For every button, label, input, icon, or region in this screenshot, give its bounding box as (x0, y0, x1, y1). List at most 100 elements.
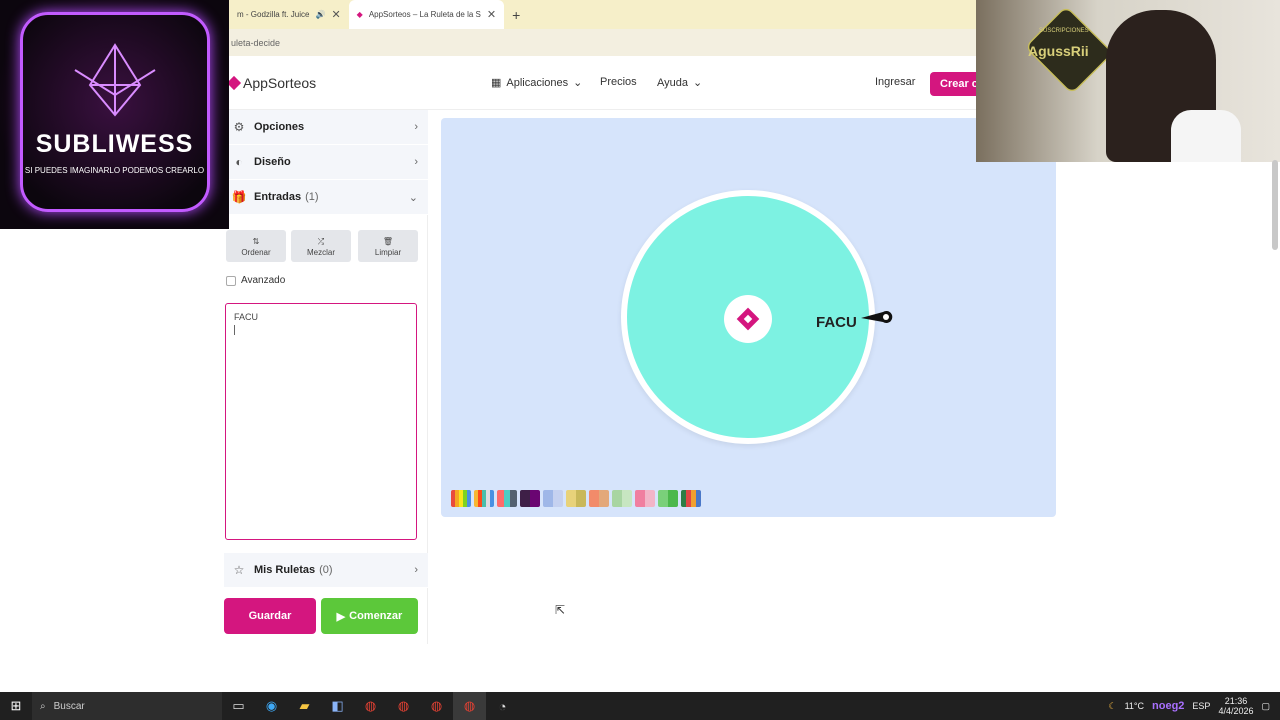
section-mis-ruletas[interactable]: ☆ Mis Ruletas (0) › (224, 553, 428, 588)
hub-logo-icon (736, 307, 760, 331)
settings-panel: ⚙ Opciones › ◐ Diseño › 🎁 Entradas (1) ⌄… (224, 110, 428, 644)
search-placeholder: Buscar (53, 700, 85, 712)
chrome-icon[interactable]: ◍ (354, 692, 387, 720)
shuffle-icon: ⤮ (317, 237, 325, 246)
section-entradas[interactable]: 🎁 Entradas (1) ⌄ (224, 180, 428, 215)
color-palette-swatch[interactable] (474, 490, 494, 507)
origami-crane-icon (74, 43, 156, 117)
language-indicator[interactable]: ESP (1192, 701, 1210, 711)
color-palette-swatch[interactable] (612, 490, 632, 507)
button-label: Guardar (248, 610, 292, 622)
wheel-pointer-icon (861, 311, 893, 323)
nav-precios[interactable]: Precios (600, 76, 637, 88)
advanced-checkbox[interactable]: Avanzado (226, 275, 285, 286)
color-palette-swatch[interactable] (451, 490, 471, 507)
checkbox-box[interactable] (226, 275, 236, 286)
webcam-overlay: AgussRii SUSCRIPCIONES (976, 0, 1280, 162)
sort-button[interactable]: ⇅ Ordenar (226, 230, 286, 262)
search-icon: ⌕ (40, 700, 46, 712)
brand-name: AppSorteos (243, 75, 317, 91)
color-palette-row (451, 490, 701, 507)
chrome-icon[interactable]: ◍ (420, 692, 453, 720)
save-button[interactable]: Guardar (224, 598, 316, 634)
color-palette-swatch[interactable] (658, 490, 678, 507)
entries-count: (1) (305, 191, 319, 203)
browser-tab-music[interactable]: m - Godzilla ft. Juice 🔊 ✕ (229, 0, 349, 29)
button-label: Limpiar (374, 248, 402, 257)
start-button[interactable]: ⊞ (0, 692, 32, 720)
chevron-down-icon: ⌄ (693, 77, 703, 89)
shuffle-button[interactable]: ⤮ Mezclar (291, 230, 351, 262)
section-label: Entradas (254, 191, 302, 203)
section-opciones[interactable]: ⚙ Opciones › (224, 110, 428, 145)
browser-tab-bar: m - Godzilla ft. Juice 🔊 ✕ ◆ AppSorteos … (229, 0, 976, 29)
color-palette-swatch[interactable] (589, 490, 609, 507)
clock-date: 4/4/2026 (1218, 706, 1254, 716)
play-icon: ▶ (336, 610, 346, 623)
color-palette-swatch[interactable] (681, 490, 701, 507)
browser-tab-appsorteos[interactable]: ◆ AppSorteos – La Ruleta de la S ✕ (348, 0, 505, 29)
new-tab-button[interactable]: + (504, 0, 528, 29)
moon-icon: ☾ (1108, 700, 1117, 711)
button-label: Mezclar (306, 248, 335, 257)
favicon-icon: ◆ (356, 10, 363, 19)
star-icon: ☆ (233, 563, 245, 577)
channel-name: AgussRii (1028, 43, 1089, 59)
logo-diamond-icon (226, 75, 242, 91)
chrome-icon[interactable]: ◍ (453, 692, 486, 720)
color-palette-swatch[interactable] (543, 490, 563, 507)
color-palette-swatch[interactable] (566, 490, 586, 507)
login-link[interactable]: Ingresar (875, 76, 915, 88)
weather-temp[interactable]: 11°C (1125, 701, 1144, 711)
site-header: AppSorteos ▦ Aplicaciones ⌄ Precios Ayud… (226, 56, 976, 110)
ruletas-count: (0) (319, 564, 333, 576)
chevron-down-icon: ⌄ (573, 77, 583, 89)
chrome-icon[interactable]: ◍ (387, 692, 420, 720)
page-scrollbar[interactable] (1272, 160, 1278, 250)
notification-icon[interactable]: ▢ (1261, 701, 1270, 712)
twitch-user: noeg2 (1152, 700, 1185, 712)
section-label: Mis Ruletas (254, 564, 316, 576)
brand-logo[interactable]: AppSorteos (226, 75, 317, 91)
nav-label: Precios (600, 76, 637, 88)
button-label: Ordenar (241, 248, 271, 257)
clock[interactable]: 21:36 4/4/2026 (1218, 696, 1253, 716)
close-icon[interactable]: ✕ (331, 8, 340, 21)
system-tray: ☾ 11°C noeg2 ESP 21:36 4/4/2026 ▢ (1108, 692, 1280, 720)
edge-icon[interactable]: ◉ (255, 692, 288, 720)
color-palette-swatch[interactable] (520, 490, 540, 507)
wheel-segment-label: FACU (816, 314, 857, 331)
create-account-button[interactable]: Crear c (930, 72, 976, 96)
grid-icon: ▦ (491, 77, 502, 89)
sort-icon: ⇅ (252, 237, 260, 246)
section-label: Opciones (254, 121, 305, 133)
nav-label: Ayuda (657, 76, 688, 89)
tab-title: AppSorteos – La Ruleta de la S (368, 10, 481, 19)
nav-label: Aplicaciones (506, 76, 569, 89)
wheel-hub[interactable] (724, 295, 772, 343)
nav-aplicaciones[interactable]: ▦ Aplicaciones ⌄ (491, 76, 583, 90)
close-icon[interactable]: ✕ (487, 8, 496, 21)
obs-icon[interactable]: ◔ (486, 692, 519, 720)
text-caret (234, 325, 235, 335)
address-bar[interactable]: uleta-decide (229, 29, 976, 56)
speaker-icon[interactable]: 🔊 (315, 10, 325, 19)
mouse-cursor-icon: ⇱ (555, 603, 566, 617)
taskbar-search[interactable]: ⌕ Buscar (32, 692, 222, 720)
entries-textarea[interactable]: FACU (225, 303, 417, 540)
chevron-right-icon: › (414, 121, 418, 133)
trash-icon: 🗑 (382, 237, 394, 246)
color-palette-swatch[interactable] (497, 490, 517, 507)
checkbox-label: Avanzado (241, 275, 286, 286)
task-view-icon[interactable]: ▭ (222, 692, 255, 720)
sponsor-brand: SUBLIWESS (35, 130, 194, 158)
windows-taskbar: ⊞ ⌕ Buscar ▭ ◉ ▰ ◧ ◍ ◍ ◍ ◍ ◔ ☾ 11°C noeg… (0, 692, 1280, 720)
clear-button[interactable]: 🗑 Limpiar (358, 230, 418, 262)
color-palette-swatch[interactable] (635, 490, 655, 507)
wheel-stage: FACU (441, 118, 1056, 517)
file-explorer-icon[interactable]: ▰ (288, 692, 321, 720)
app-icon[interactable]: ◧ (321, 692, 354, 720)
section-diseno[interactable]: ◐ Diseño › (224, 145, 428, 180)
nav-ayuda[interactable]: Ayuda ⌄ (657, 76, 703, 90)
start-button[interactable]: ▶ Comenzar (321, 598, 418, 634)
